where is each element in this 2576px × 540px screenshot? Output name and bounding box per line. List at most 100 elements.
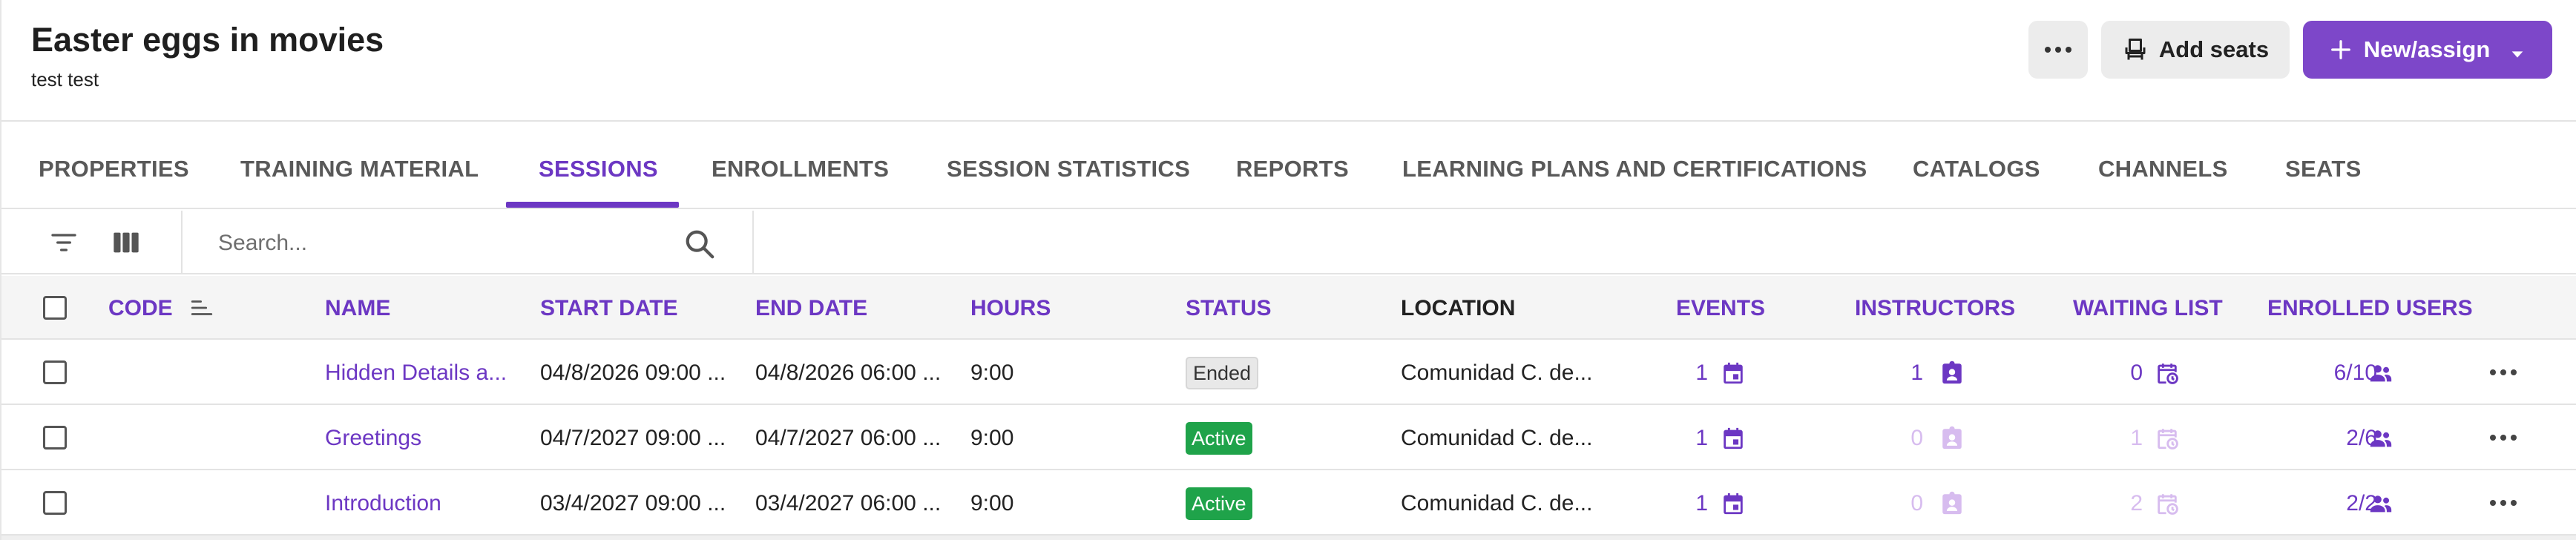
new-assign-button[interactable]: New/assign (2303, 21, 2552, 79)
column-enrolled-users[interactable]: ENROLLED USERS (2267, 276, 2473, 340)
users-group-icon[interactable] (2368, 360, 2393, 386)
column-code[interactable]: CODE (108, 276, 173, 340)
session-name-link[interactable]: Greetings (325, 405, 525, 470)
search-icon[interactable] (683, 227, 717, 261)
column-start-date[interactable]: START DATE (540, 276, 678, 340)
tab-learning-plans[interactable]: LEARNING PLANS AND CERTIFICATIONS (1402, 123, 1867, 208)
instructor-badge-icon[interactable] (1939, 426, 1965, 451)
enrolled-users-count[interactable]: 2/2 (2288, 470, 2377, 536)
waiting-list-count[interactable]: 2 (2106, 470, 2143, 536)
instructor-badge-icon[interactable] (1939, 360, 1965, 386)
column-waiting-list[interactable]: WAITING LIST (2073, 276, 2223, 340)
session-location: Comunidad C. de... (1401, 360, 1593, 385)
status-badge: Active (1186, 487, 1252, 520)
course-page: Easter eggs in movies test test Add seat… (0, 0, 2576, 540)
calendar-clock-icon[interactable] (2155, 491, 2180, 516)
add-seats-label: Add seats (2158, 36, 2270, 62)
tab-sessions[interactable]: SESSIONS (539, 123, 658, 208)
enrolled-users-count[interactable]: 6/10 (2288, 340, 2377, 405)
session-name-link[interactable]: Introduction (325, 470, 525, 536)
row-actions-icon[interactable] (2490, 369, 2517, 375)
column-instructors[interactable]: INSTRUCTORS (1855, 276, 2015, 340)
plus-icon (2330, 39, 2352, 61)
caret-down-icon (2509, 42, 2526, 58)
columns-icon[interactable] (108, 227, 144, 258)
toolbar-divider (752, 211, 754, 274)
instructors-count[interactable]: 1 (1886, 340, 1923, 405)
session-end-date: 03/4/2027 06:00 ... (755, 491, 942, 516)
waiting-list-count[interactable]: 1 (2106, 405, 2143, 470)
row-checkbox[interactable] (43, 360, 67, 384)
table-bottom-shade (1, 536, 2576, 540)
column-hours[interactable]: HOURS (970, 276, 1051, 340)
session-location: Comunidad C. de... (1401, 491, 1593, 516)
tab-catalogs[interactable]: CATALOGS (1913, 123, 2040, 208)
table-row[interactable]: Greetings 04/7/2027 09:00 ... 04/7/2027 … (1, 405, 2576, 470)
more-actions-button[interactable] (2028, 21, 2088, 79)
tab-properties[interactable]: PROPERTIES (39, 123, 189, 208)
page-title: Easter eggs in movies (31, 21, 384, 59)
row-checkbox[interactable] (43, 491, 67, 515)
column-name[interactable]: NAME (325, 276, 390, 340)
seat-icon (2122, 36, 2149, 63)
column-location: LOCATION (1401, 296, 1516, 320)
page-header: Easter eggs in movies test test Add seat… (1, 0, 2576, 122)
filter-icon[interactable] (46, 227, 82, 258)
session-code (108, 405, 301, 470)
tab-seats[interactable]: SEATS (2285, 123, 2362, 208)
table-toolbar (1, 211, 2576, 274)
active-tab-indicator (506, 202, 679, 208)
session-start-date: 04/7/2027 09:00 ... (540, 426, 726, 450)
events-count[interactable]: 1 (1671, 340, 1708, 405)
calendar-icon[interactable] (1721, 491, 1746, 516)
row-actions-icon[interactable] (2490, 435, 2517, 441)
column-events[interactable]: EVENTS (1676, 276, 1765, 340)
toolbar-divider (181, 211, 183, 274)
events-count[interactable]: 1 (1671, 470, 1708, 536)
table-header: CODE NAME START DATE END DATE HOURS STAT… (1, 276, 2576, 340)
row-actions-icon[interactable] (2490, 500, 2517, 506)
tab-reports[interactable]: REPORTS (1236, 123, 1349, 208)
status-badge: Active (1186, 422, 1252, 455)
events-count[interactable]: 1 (1671, 405, 1708, 470)
calendar-icon[interactable] (1721, 426, 1746, 451)
row-checkbox[interactable] (43, 426, 67, 450)
enrolled-users-count[interactable]: 2/6 (2288, 405, 2377, 470)
new-assign-label: New/assign (2363, 36, 2491, 62)
session-code (108, 340, 301, 405)
session-code (108, 470, 301, 536)
column-end-date[interactable]: END DATE (755, 276, 867, 340)
instructors-count[interactable]: 0 (1886, 470, 1923, 536)
column-status[interactable]: STATUS (1186, 276, 1272, 340)
session-hours: 9:00 (970, 360, 1014, 385)
session-hours: 9:00 (970, 426, 1014, 450)
sort-icon[interactable] (188, 295, 215, 320)
tab-training-material[interactable]: TRAINING MATERIAL (240, 123, 479, 208)
calendar-icon[interactable] (1721, 360, 1746, 386)
users-group-icon[interactable] (2368, 491, 2393, 516)
tab-bar: PROPERTIES TRAINING MATERIAL SESSIONS EN… (1, 123, 2576, 209)
session-end-date: 04/7/2027 06:00 ... (755, 426, 942, 450)
session-location: Comunidad C. de... (1401, 426, 1593, 450)
table-row[interactable]: Hidden Details a... 04/8/2026 09:00 ... … (1, 340, 2576, 405)
ellipsis-icon (2045, 47, 2071, 53)
calendar-clock-icon[interactable] (2155, 360, 2180, 386)
search-input[interactable] (218, 224, 693, 263)
add-seats-button[interactable]: Add seats (2101, 21, 2290, 79)
tab-enrollments[interactable]: ENROLLMENTS (712, 123, 889, 208)
instructor-badge-icon[interactable] (1939, 491, 1965, 516)
session-end-date: 04/8/2026 06:00 ... (755, 360, 942, 385)
session-hours: 9:00 (970, 491, 1014, 516)
instructors-count[interactable]: 0 (1886, 405, 1923, 470)
session-start-date: 03/4/2027 09:00 ... (540, 491, 726, 516)
table-row[interactable]: Introduction 03/4/2027 09:00 ... 03/4/20… (1, 470, 2576, 536)
session-name-link[interactable]: Hidden Details a... (325, 340, 525, 405)
calendar-clock-icon[interactable] (2155, 426, 2180, 451)
users-group-icon[interactable] (2368, 426, 2393, 451)
waiting-list-count[interactable]: 0 (2106, 340, 2143, 405)
select-all-checkbox[interactable] (43, 296, 67, 320)
tab-channels[interactable]: CHANNELS (2098, 123, 2228, 208)
tab-session-statistics[interactable]: SESSION STATISTICS (947, 123, 1190, 208)
status-badge: Ended (1186, 357, 1259, 389)
session-start-date: 04/8/2026 09:00 ... (540, 360, 726, 385)
